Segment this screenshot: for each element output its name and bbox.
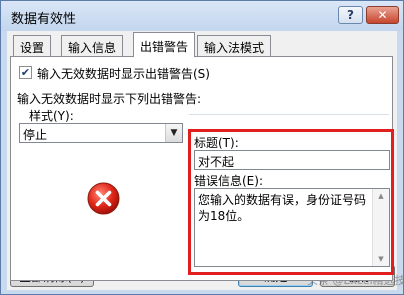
group-divider [189,114,389,115]
show-error-alert-checkbox[interactable]: ✔ [19,66,32,79]
style-select-value: 停止 [23,128,48,142]
scroll-up-icon[interactable]: ▲ [373,189,389,203]
data-validation-dialog: 数据有效性 ? ✕ 设置 输入信息 出错警告 输入法模式 ✔ 输入无效数据时显示… [0,0,404,295]
chevron-down-icon[interactable]: ▼ [165,124,182,142]
help-button[interactable]: ? [338,6,363,24]
style-select[interactable]: 停止 ▼ [19,123,183,143]
tab-input-message[interactable]: 输入信息 [61,35,124,56]
error-stop-icon [87,182,120,215]
title-label: 标题(T): [194,136,239,150]
error-alert-group-label: 输入无效数据时显示下列出错警告: [17,92,202,106]
tab-settings[interactable]: 设置 [13,35,52,56]
checkmark-icon: ✔ [20,66,31,79]
show-error-alert-label[interactable]: 输入无效数据时显示出错警告(S) [37,65,210,82]
tab-error-alert[interactable]: 出错警告 [133,32,196,57]
close-button[interactable]: ✕ [366,6,399,24]
error-alert-panel: ✔ 输入无效数据时显示出错警告(S) 输入无效数据时显示下列出错警告: 样式(Y… [10,56,394,281]
vertical-scrollbar[interactable]: ▲ ▼ [372,189,389,266]
error-message-text: 您输入的数据有误，身份证号码为18位。 [198,193,367,223]
window-title: 数据有效性 [11,12,77,27]
title-bar: 数据有效性 ? ✕ [1,1,403,31]
message-label: 错误信息(E): [194,174,263,188]
title-input[interactable]: 对不起 [194,150,390,170]
tab-ime-mode[interactable]: 输入法模式 [197,35,272,56]
style-label: 样式(Y): [29,109,74,123]
dialog-body: 设置 输入信息 出错警告 输入法模式 ✔ 输入无效数据时显示出错警告(S) 输入… [7,31,404,290]
error-message-textarea[interactable]: 您输入的数据有误，身份证号码为18位。 ▲ ▼ [194,188,390,267]
scroll-down-icon[interactable]: ▼ [373,252,389,266]
title-input-value: 对不起 [198,155,235,169]
